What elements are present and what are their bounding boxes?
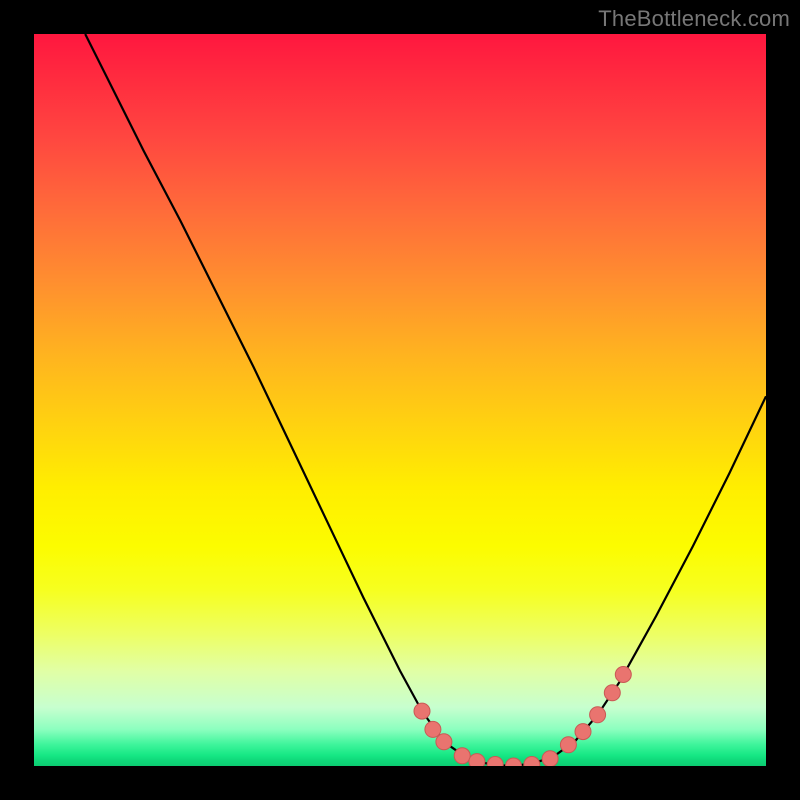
chart-svg (34, 34, 766, 766)
bottleneck-curve (85, 34, 766, 766)
trough-marker (575, 724, 591, 740)
trough-marker (425, 721, 441, 737)
trough-marker (604, 685, 620, 701)
trough-marker (414, 703, 430, 719)
trough-marker (590, 707, 606, 723)
watermark-text: TheBottleneck.com (598, 6, 790, 32)
trough-marker (436, 734, 452, 750)
trough-marker (469, 754, 485, 766)
trough-marker (524, 757, 540, 767)
trough-marker (454, 748, 470, 764)
chart-frame: TheBottleneck.com (0, 0, 800, 800)
trough-marker (487, 757, 503, 767)
plot-area (34, 34, 766, 766)
trough-marker (560, 737, 576, 753)
trough-marker (542, 751, 558, 766)
trough-marker (615, 667, 631, 683)
trough-markers (414, 667, 631, 767)
trough-marker (506, 758, 522, 766)
